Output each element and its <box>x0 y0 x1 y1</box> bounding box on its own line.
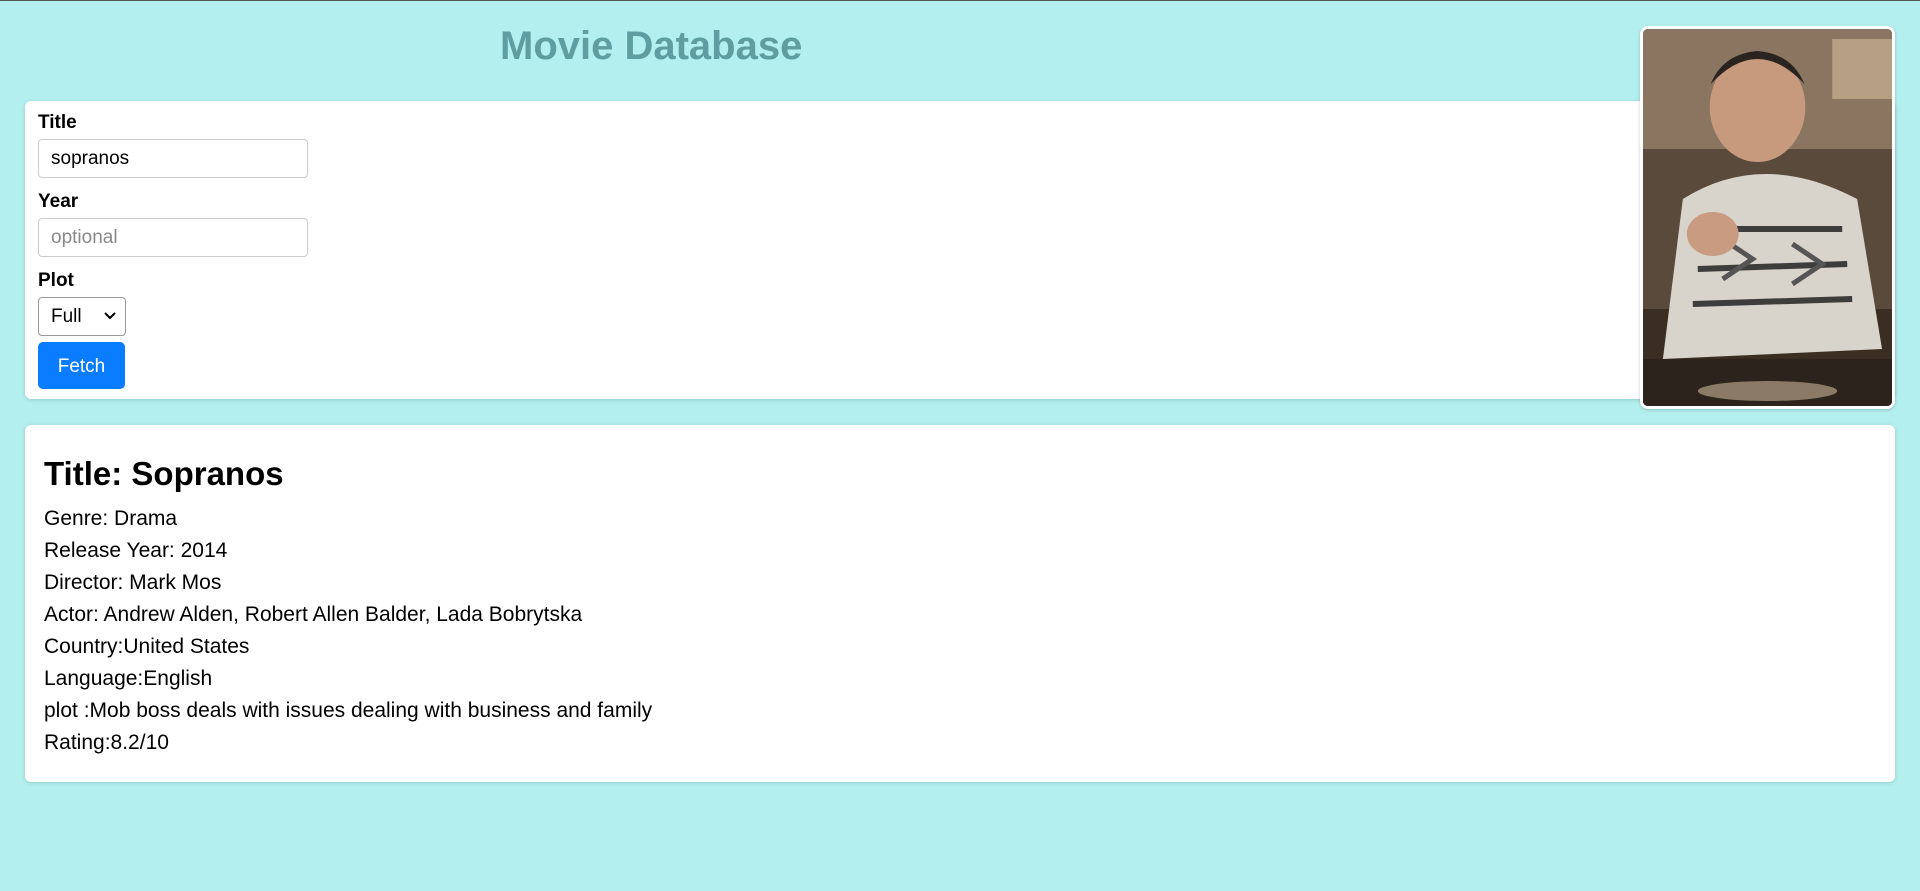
actors-text: Actor: Andrew Alden, Robert Allen Balder… <box>44 603 583 626</box>
window-top-border <box>0 0 1920 1</box>
country-text: Country:United States <box>44 635 250 658</box>
director-text: Director: Mark Mos <box>44 571 222 594</box>
year-label: Year <box>38 191 79 212</box>
plot-select[interactable]: Full <box>38 297 126 336</box>
plot-label: Plot <box>38 270 74 291</box>
title-input[interactable] <box>38 139 308 178</box>
title-label: Title <box>38 112 77 133</box>
page-title: Movie Database <box>500 24 803 68</box>
language-text: Language:English <box>44 667 213 690</box>
movie-details: Genre: Drama Release Year: 2014 Director… <box>44 503 652 759</box>
fetch-button[interactable]: Fetch <box>38 342 125 389</box>
plot-select-value: Full <box>51 305 82 327</box>
chevron-down-icon <box>103 306 117 328</box>
result-title: Title: Sopranos <box>44 455 284 492</box>
genre-text: Genre: Drama <box>44 507 178 530</box>
year-input[interactable] <box>38 218 308 257</box>
poster-image <box>1643 29 1892 406</box>
movie-poster <box>1640 26 1895 409</box>
result-card: Title: Sopranos Genre: Drama Release Yea… <box>25 425 1895 782</box>
search-form: Title Year Plot Full Fetch <box>38 113 308 389</box>
plot-text: plot :Mob boss deals with issues dealing… <box>44 699 653 722</box>
search-form-card: Title Year Plot Full Fetch <box>25 101 1895 399</box>
release-year-text: Release Year: 2014 <box>44 539 228 562</box>
rating-text: Rating:8.2/10 <box>44 731 169 754</box>
